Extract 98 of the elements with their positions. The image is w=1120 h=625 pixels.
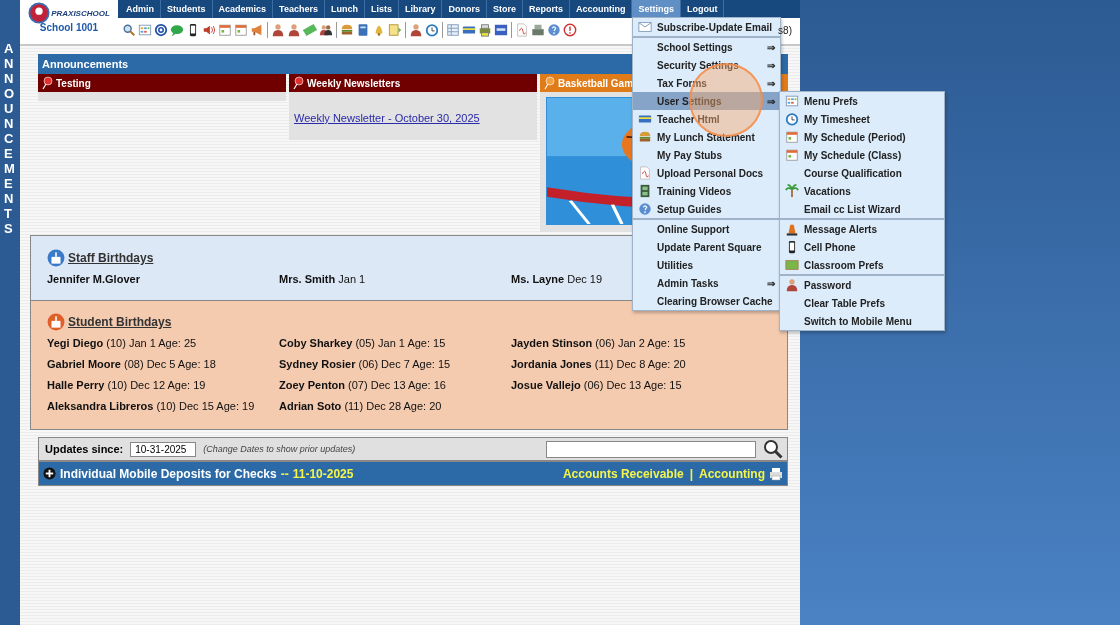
menu-item[interactable]: Menu Prefs — [780, 92, 944, 110]
pin-icon — [543, 76, 555, 90]
field-label: Updates since: — [45, 443, 124, 455]
menu-item[interactable]: Cell Phone — [780, 238, 944, 256]
clock-icon[interactable] — [785, 112, 799, 126]
date-field[interactable]: 10-31-2025 — [130, 441, 197, 457]
category-link[interactable]: Accounts Receivable — [562, 466, 684, 481]
book-icon[interactable] — [356, 23, 370, 37]
alert-icon[interactable] — [563, 23, 577, 37]
vertical-banner: ANNOUNCEMENTS — [0, 0, 20, 625]
menu-item[interactable]: Classroom Prefs — [780, 256, 944, 274]
clock-icon[interactable] — [425, 23, 439, 37]
birthday-entry: Yegi Diego (10) Jan 1 Age: 25 — [47, 336, 197, 351]
separator-text: -- — [280, 466, 289, 481]
birthday-entry: Jennifer M.Glover — [47, 272, 140, 287]
birthday-entry: Aleksandra Libreros (10) Dec 15 Age: 19 — [47, 399, 255, 414]
document-icon[interactable] — [515, 23, 529, 37]
megaphone-icon[interactable] — [250, 23, 264, 37]
menu-item[interactable]: Training Videos — [633, 182, 780, 200]
birthday-entry: Mrs. Smith Jan 1 — [279, 272, 366, 287]
separator-text: | — [689, 466, 693, 481]
pin-icon — [41, 76, 53, 90]
calendar-icon[interactable] — [218, 23, 232, 37]
menu-item[interactable]: Password — [780, 276, 944, 294]
person-icon[interactable] — [409, 23, 423, 37]
feed-title: Individual Mobile Deposits for Checks — [60, 466, 277, 481]
palm-tree-icon[interactable] — [785, 184, 799, 198]
expand-icon[interactable] — [43, 467, 56, 480]
person-icon[interactable] — [271, 23, 285, 37]
menu-item[interactable]: Utilities — [633, 256, 780, 274]
calendar-icon[interactable] — [785, 130, 799, 144]
menu-item[interactable]: Teacher Html — [633, 110, 780, 128]
column-header: Testing — [38, 74, 286, 92]
menu-item[interactable]: User Settings ⇒ — [633, 92, 780, 110]
column-header: Weekly Newsletters — [289, 74, 537, 92]
square-icon[interactable] — [494, 23, 508, 37]
menu-item[interactable]: Clear Table Prefs — [780, 294, 944, 312]
birthday-entry: Jordania Jones (11) Dec 8 Age: 20 — [511, 357, 686, 372]
ring-icon[interactable] — [154, 23, 168, 37]
calendar-icon[interactable] — [234, 23, 248, 37]
category-link[interactable]: Accounting — [699, 466, 765, 481]
feed-date: 11-10-2025 — [292, 466, 354, 481]
birthday-entry: Josue Vallejo (06) Dec 13 Age: 15 — [511, 378, 682, 393]
birthday-entry: Jayden Stinson (06) Jan 2 Age: 15 — [511, 336, 686, 351]
beacon-icon[interactable] — [785, 222, 799, 236]
burger-icon[interactable] — [340, 23, 354, 37]
grid-icon[interactable] — [785, 94, 799, 108]
newsletter-link[interactable]: Weekly Newsletter - October 30, 2025 — [294, 112, 480, 124]
menu-item[interactable]: Switch to Mobile Menu — [780, 312, 944, 330]
birthday-entry: Coby Sharkey (05) Jan 1 Age: 15 — [279, 336, 446, 351]
section-link[interactable]: Staff Birthdays — [68, 251, 154, 265]
logo-text: PRAXISCHOOL — [51, 8, 110, 18]
burger-icon[interactable] — [638, 130, 652, 144]
menu-item[interactable]: Security Settings ⇒ — [633, 56, 780, 74]
menu-item[interactable]: Message Alerts — [780, 220, 944, 238]
pin-icon — [292, 76, 304, 90]
menu-item[interactable]: Course Qualification — [780, 164, 944, 182]
menu-item[interactable]: My Timesheet — [780, 110, 944, 128]
cash-register-icon[interactable] — [531, 23, 545, 37]
menu-item[interactable]: My Pay Stubs — [633, 146, 780, 164]
birthday-entry: Adrian Soto (11) Dec 28 Age: 20 — [279, 399, 442, 414]
people-icon[interactable] — [319, 23, 333, 37]
help-icon[interactable] — [638, 202, 652, 216]
menu-item[interactable]: Setup Guides — [633, 200, 780, 218]
menu-item[interactable]: Vacations — [780, 182, 944, 200]
speaker-icon[interactable] — [202, 23, 216, 37]
person-icon[interactable] — [785, 278, 799, 292]
menu-item[interactable]: Upload Personal Docs — [633, 164, 780, 182]
person-icon[interactable] — [287, 23, 301, 37]
printer-icon[interactable] — [478, 23, 492, 37]
film-icon[interactable] — [638, 184, 652, 198]
school-name: School 1001 — [39, 22, 99, 33]
search-icon[interactable] — [763, 439, 783, 459]
document-icon[interactable] — [638, 166, 652, 180]
menu-item[interactable]: My Lunch Statement — [633, 128, 780, 146]
birthday-entry: Halle Perry (10) Dec 12 Age: 19 — [47, 378, 206, 393]
search-field[interactable] — [546, 440, 756, 458]
birthday-entry: Gabriel Moore (08) Dec 5 Age: 18 — [47, 357, 216, 372]
help-icon[interactable] — [547, 23, 561, 37]
menu-item[interactable]: Email cc List Wizard — [780, 200, 944, 218]
printer-icon[interactable] — [769, 466, 783, 481]
menu-item[interactable]: Clearing Browser Cache — [633, 292, 780, 310]
header-text: s8) — [778, 24, 792, 36]
menu-item[interactable]: Admin Tasks ⇒ — [633, 274, 780, 292]
section-link[interactable]: Student Birthdays — [68, 315, 172, 329]
menu-item[interactable]: My Schedule (Period) — [780, 128, 944, 146]
hint-text: (Change Dates to show prior updates) — [203, 444, 356, 454]
menu-item[interactable]: School Settings ⇒ — [633, 38, 780, 56]
note-icon[interactable] — [388, 23, 402, 37]
birthday-entry: Ms. Layne Dec 19 — [511, 272, 603, 287]
calendar-icon[interactable] — [785, 148, 799, 162]
menu-item[interactable]: My Schedule (Class) — [780, 146, 944, 164]
table-icon[interactable] — [446, 23, 460, 37]
menu-item[interactable]: Online Support — [633, 220, 780, 238]
envelope-icon[interactable] — [638, 20, 652, 34]
birthday-entry: Sydney Rosier (06) Dec 7 Age: 15 — [279, 357, 451, 372]
menu-item[interactable]: Update Parent Square — [633, 238, 780, 256]
birthday-entry: Zoey Penton (07) Dec 13 Age: 16 — [279, 378, 446, 393]
